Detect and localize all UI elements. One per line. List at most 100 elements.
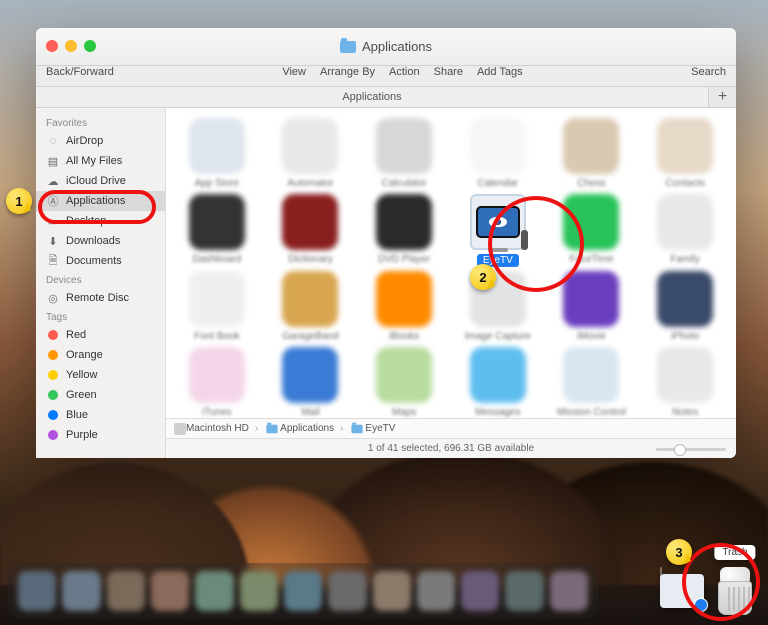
dock-app-icon[interactable] xyxy=(151,571,189,611)
dock-app-icon[interactable] xyxy=(284,571,322,611)
tag-dot-icon xyxy=(46,408,60,422)
documents-icon: 🗎 xyxy=(46,254,60,268)
dock-app-icon[interactable] xyxy=(18,571,56,611)
app-calendar[interactable]: Calendar xyxy=(453,118,543,190)
sidebar-item-label: AirDrop xyxy=(66,135,103,147)
dock-app-icon[interactable] xyxy=(550,571,588,611)
harddisk-icon xyxy=(174,423,186,435)
annotation-badge-3: 3 xyxy=(666,539,692,565)
app-chess[interactable]: Chess xyxy=(547,118,637,190)
dock-app-icon[interactable] xyxy=(62,571,100,611)
app-label: App Store xyxy=(195,178,239,189)
toolbar-view[interactable]: View xyxy=(282,66,306,78)
app-messages[interactable]: Messages xyxy=(453,347,543,419)
app-dvd-player[interactable]: DVD Player xyxy=(359,194,449,268)
app-icon xyxy=(657,271,713,327)
dock-app-icon[interactable] xyxy=(461,571,499,611)
dock-app-icon[interactable] xyxy=(505,571,543,611)
sidebar-item-tag-yellow[interactable]: Yellow xyxy=(36,365,165,385)
toolbar-add-tags[interactable]: Add Tags xyxy=(477,66,523,78)
sidebar-item-airdrop[interactable]: ◌ AirDrop xyxy=(36,131,165,151)
app-icon xyxy=(282,118,338,174)
sidebar-item-tag-orange[interactable]: Orange xyxy=(36,345,165,365)
sidebar-item-tag-blue[interactable]: Blue xyxy=(36,405,165,425)
dock-trash[interactable]: Trash xyxy=(714,567,756,615)
new-tab-button[interactable]: + xyxy=(708,87,736,107)
app-app-store[interactable]: App Store xyxy=(172,118,262,190)
toolbar-arrange-by[interactable]: Arrange By xyxy=(320,66,375,78)
sidebar-item-label: Downloads xyxy=(66,235,120,247)
path-segment-applications[interactable]: Applications xyxy=(264,423,334,435)
app-maps[interactable]: Maps xyxy=(359,347,449,419)
app-icon xyxy=(376,194,432,250)
sidebar-item-desktop[interactable]: ▭Desktop xyxy=(36,211,165,231)
app-icon xyxy=(563,194,619,250)
icon-grid[interactable]: App Store AutomatorCalculatorCalendarChes… xyxy=(166,108,736,418)
app-facetime[interactable]: FaceTime xyxy=(547,194,637,268)
path-segment-macintosh-hd[interactable]: Macintosh HD xyxy=(174,423,249,435)
chevron-right-icon: › xyxy=(340,423,343,434)
app-mail[interactable]: Mail xyxy=(266,347,356,419)
path-segment-eyetv[interactable]: EyeTV xyxy=(349,423,395,435)
back-forward-button[interactable]: Back/Forward xyxy=(46,66,114,78)
trash-tooltip: Trash xyxy=(714,545,755,560)
icon-size-slider[interactable] xyxy=(656,444,726,454)
dock-app-icon[interactable] xyxy=(373,571,411,611)
sidebar-item-documents[interactable]: 🗎 Documents xyxy=(36,251,165,271)
tag-dot-icon xyxy=(46,348,60,362)
app-icon xyxy=(563,347,619,403)
sidebar-item-downloads[interactable]: ⬇Downloads xyxy=(36,231,165,251)
app-icon xyxy=(189,194,245,250)
dock-app-icon[interactable] xyxy=(240,571,278,611)
app-calculator[interactable]: Calculator xyxy=(359,118,449,190)
path-bar[interactable]: Macintosh HD› Applications› EyeTV xyxy=(166,418,736,438)
app-ibooks[interactable]: iBooks xyxy=(359,271,449,343)
app-eyetv[interactable]: EyeTV xyxy=(453,194,543,268)
app-mission-control[interactable]: Mission Control xyxy=(547,347,637,419)
sidebar-item-tag-green[interactable]: Green xyxy=(36,385,165,405)
dock-app-icon[interactable] xyxy=(417,571,455,611)
sidebar-item-tag-red[interactable]: Red xyxy=(36,325,165,345)
app-contacts[interactable]: Contacts xyxy=(640,118,730,190)
app-label: iTunes xyxy=(202,407,232,418)
app-icon xyxy=(189,118,245,174)
sidebar-item-label: Documents xyxy=(66,255,122,267)
app-font-book[interactable]: Font Book xyxy=(172,271,262,343)
toolbar-action[interactable]: Action xyxy=(389,66,420,78)
plus-icon: + xyxy=(718,88,727,106)
app-itunes[interactable]: iTunes xyxy=(172,347,262,419)
sidebar-item-iclouddrive[interactable]: ☁iCloud Drive xyxy=(36,171,165,191)
sidebar-item-remotedisc[interactable]: ◎Remote Disc xyxy=(36,288,165,308)
toolbar-share[interactable]: Share xyxy=(434,66,463,78)
tab-applications[interactable]: Applications xyxy=(36,87,708,107)
dock[interactable] xyxy=(8,563,598,619)
titlebar[interactable]: Applications xyxy=(36,28,736,66)
sidebar-item-label: iCloud Drive xyxy=(66,175,126,187)
app-icon xyxy=(563,271,619,327)
app-label: Image Capture xyxy=(465,331,531,342)
sidebar-item-label: Purple xyxy=(66,429,98,441)
app-icon xyxy=(282,271,338,327)
sidebar-item-applications[interactable]: ⒶApplications xyxy=(36,191,165,211)
app-automator[interactable]: Automator xyxy=(266,118,356,190)
sidebar-item-allmyfiles[interactable]: ▤All My Files xyxy=(36,151,165,171)
app-family[interactable]: Family xyxy=(640,194,730,268)
dock-app-icon[interactable] xyxy=(195,571,233,611)
sidebar-item-tag-purple[interactable]: Purple xyxy=(36,425,165,445)
app-garageband[interactable]: GarageBand xyxy=(266,271,356,343)
search-field[interactable]: Search xyxy=(691,66,726,78)
app-iphoto[interactable]: iPhoto xyxy=(640,271,730,343)
app-imovie[interactable]: iMovie xyxy=(547,271,637,343)
window-title: Applications xyxy=(36,39,736,54)
dock-app-icon[interactable] xyxy=(107,571,145,611)
tab-bar: Applications + xyxy=(36,86,736,108)
app-label: Messages xyxy=(475,407,521,418)
airdrop-icon: ◌ xyxy=(46,134,60,148)
app-dashboard[interactable]: Dashboard xyxy=(172,194,262,268)
app-dictionary[interactable]: Dictionary xyxy=(266,194,356,268)
dock-finder-window-icon[interactable] xyxy=(660,574,704,608)
dock-app-icon[interactable] xyxy=(328,571,366,611)
sidebar-item-label: Remote Disc xyxy=(66,292,129,304)
content-area: App Store AutomatorCalculatorCalendarChes… xyxy=(166,108,736,458)
app-notes[interactable]: Notes xyxy=(640,347,730,419)
